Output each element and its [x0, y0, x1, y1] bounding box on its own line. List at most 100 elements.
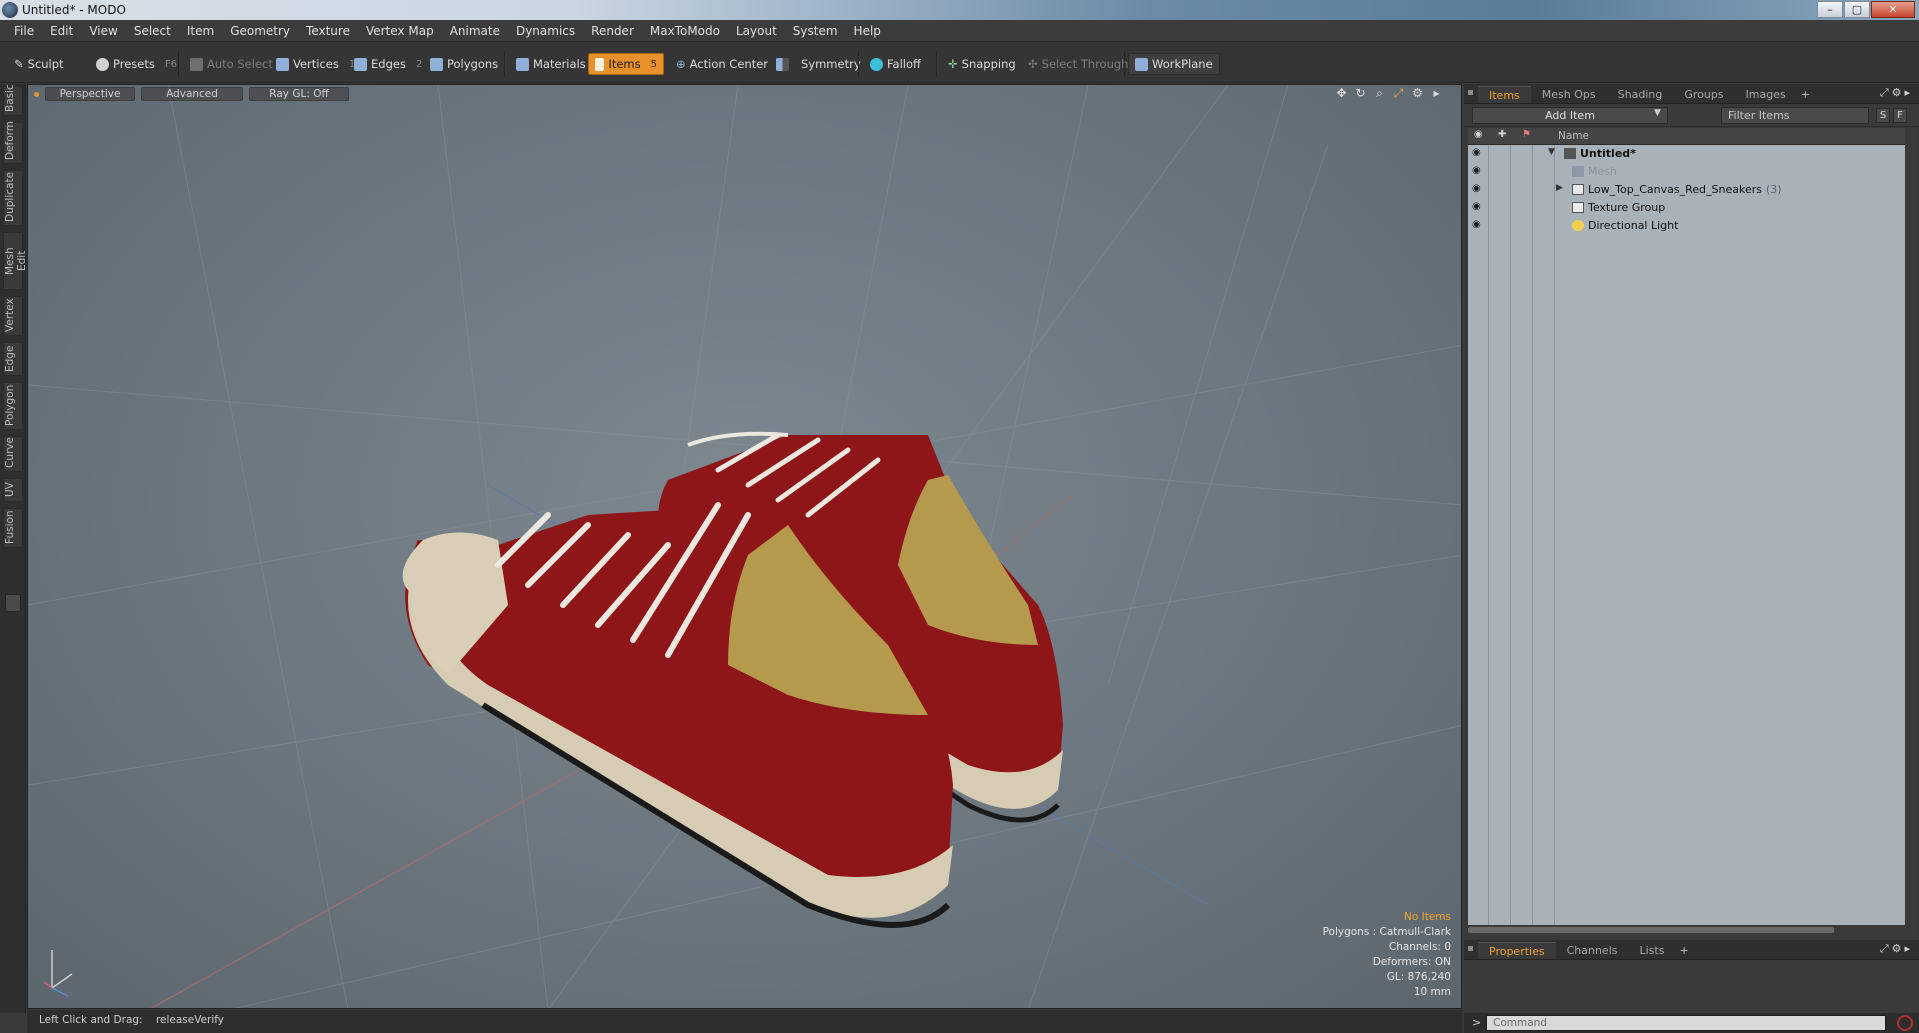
- tab-vertex[interactable]: Vertex: [3, 296, 23, 336]
- action-center-icon: ⊕: [676, 57, 686, 71]
- locator-icon: [1572, 184, 1584, 195]
- sculpt-button[interactable]: ✎ Sculpt: [8, 53, 70, 75]
- filter-items-input[interactable]: [1721, 107, 1869, 124]
- menu-dynamics[interactable]: Dynamics: [508, 24, 583, 38]
- horizontal-scrollbar[interactable]: [1468, 925, 1905, 935]
- viewport-settings-icon[interactable]: ⚙: [1411, 87, 1424, 100]
- add-tab-button[interactable]: +: [1675, 942, 1692, 959]
- selection-info: No Items: [1404, 911, 1451, 923]
- menu-texture[interactable]: Texture: [298, 24, 358, 38]
- falloff-button[interactable]: Falloff: [864, 53, 927, 75]
- tab-channels[interactable]: Channels: [1556, 942, 1629, 959]
- pan-icon[interactable]: ✥: [1335, 87, 1348, 100]
- vertical-scrollbar[interactable]: [1906, 128, 1915, 935]
- polygons-icon: [430, 57, 443, 71]
- snapping-button[interactable]: ✛ Snapping: [942, 53, 1022, 75]
- eye-icon[interactable]: ◉: [1472, 202, 1484, 212]
- menu-system[interactable]: System: [785, 24, 846, 38]
- maximize-viewport-icon[interactable]: ⤢: [1392, 87, 1405, 100]
- filter-f-button[interactable]: F: [1893, 108, 1907, 123]
- status-hint-value: releaseVerify: [155, 1014, 225, 1026]
- list-item-sneakers[interactable]: ◉ ▶ Low_Top_Canvas_Red_Sneakers (3): [1468, 181, 1905, 199]
- auto-select-button[interactable]: Auto Select: [184, 53, 279, 75]
- workplane-button[interactable]: WorkPlane: [1128, 53, 1220, 75]
- eye-icon[interactable]: ◉: [1472, 184, 1484, 194]
- menu-animate[interactable]: Animate: [442, 24, 508, 38]
- presets-button[interactable]: Presets F6: [90, 53, 183, 75]
- add-tab-button[interactable]: +: [1797, 86, 1814, 103]
- items-icon: [595, 57, 605, 71]
- lock-column-icon[interactable]: ✚: [1498, 129, 1506, 140]
- tab-polygon[interactable]: Polygon: [3, 382, 23, 430]
- menu-view[interactable]: View: [81, 24, 125, 38]
- menu-layout[interactable]: Layout: [728, 24, 785, 38]
- toolbar-separator: [504, 51, 505, 77]
- expand-down-icon[interactable]: ▼: [1548, 147, 1555, 157]
- name-column-header[interactable]: Name: [1558, 130, 1589, 142]
- panel-controls-icon[interactable]: ⤢⚙▸: [1880, 86, 1913, 100]
- tab-deform[interactable]: Deform: [3, 121, 23, 164]
- 3d-viewport[interactable]: Perspective Advanced Ray GL: Off ✥ ↻ ⌕ ⤢…: [27, 84, 1462, 1009]
- viewport-menu-arrow-icon[interactable]: ▸: [1430, 87, 1443, 100]
- menu-select[interactable]: Select: [126, 24, 179, 38]
- tab-properties[interactable]: Properties: [1478, 942, 1556, 959]
- stop-icon[interactable]: [1897, 1015, 1913, 1031]
- items-button[interactable]: Items 5: [588, 53, 664, 75]
- menu-geometry[interactable]: Geometry: [222, 24, 298, 38]
- tool-palette-toggle[interactable]: [5, 594, 21, 612]
- symmetry-button[interactable]: Symmetry: [770, 53, 867, 75]
- filter-s-button[interactable]: S: [1876, 108, 1890, 123]
- close-button[interactable]: ✕: [1871, 1, 1915, 18]
- view-mode-button[interactable]: Perspective: [45, 87, 135, 101]
- raygl-button[interactable]: Ray GL: Off: [249, 87, 349, 101]
- list-item-texture-group[interactable]: ◉ Texture Group: [1468, 199, 1905, 217]
- rotate-icon[interactable]: ↻: [1354, 87, 1367, 100]
- axis-gizmo-icon: [43, 950, 73, 997]
- tab-duplicate[interactable]: Duplicate: [3, 170, 23, 226]
- polygons-button[interactable]: Polygons: [424, 53, 504, 75]
- mesh-icon: [1572, 166, 1584, 177]
- tab-fusion[interactable]: Fusion: [3, 508, 23, 548]
- menu-file[interactable]: File: [6, 24, 42, 38]
- menu-vertex-map[interactable]: Vertex Map: [358, 24, 442, 38]
- minimize-button[interactable]: –: [1817, 1, 1843, 18]
- tab-mesh-edit[interactable]: Mesh Edit: [3, 232, 28, 290]
- maximize-button[interactable]: ▢: [1844, 1, 1870, 18]
- expand-right-icon[interactable]: ▶: [1556, 183, 1563, 193]
- tab-uv[interactable]: UV: [3, 478, 23, 502]
- tab-lists[interactable]: Lists: [1629, 942, 1676, 959]
- tab-basic[interactable]: Basic: [3, 84, 23, 116]
- panel-controls-icon[interactable]: ⤢⚙▸: [1880, 942, 1913, 956]
- render-column-icon[interactable]: ⚑: [1522, 129, 1531, 140]
- command-input[interactable]: [1486, 1015, 1886, 1031]
- tab-items[interactable]: Items: [1478, 86, 1531, 103]
- materials-button[interactable]: Materials: [510, 53, 592, 75]
- menu-edit[interactable]: Edit: [42, 24, 81, 38]
- zoom-icon[interactable]: ⌕: [1373, 87, 1386, 100]
- select-through-button[interactable]: ✣ Select Through: [1022, 53, 1134, 75]
- tab-mesh-ops[interactable]: Mesh Ops: [1531, 86, 1607, 103]
- light-icon: [1572, 220, 1584, 231]
- menu-render[interactable]: Render: [583, 24, 642, 38]
- action-center-button[interactable]: ⊕ Action Center: [670, 53, 774, 75]
- menu-help[interactable]: Help: [846, 24, 889, 38]
- scrollbar-thumb[interactable]: [1468, 927, 1834, 933]
- eye-icon[interactable]: ◉: [1472, 220, 1484, 230]
- list-item-directional-light[interactable]: ◉ Directional Light: [1468, 217, 1905, 235]
- menu-maxtomodo[interactable]: MaxToModo: [642, 24, 728, 38]
- edges-button[interactable]: Edges 2: [348, 53, 428, 75]
- window-controls: – ▢ ✕: [1817, 1, 1915, 19]
- tab-edge[interactable]: Edge: [3, 342, 23, 376]
- add-item-dropdown[interactable]: Add Item: [1472, 107, 1668, 124]
- eye-icon[interactable]: ◉: [1472, 166, 1484, 176]
- list-item-mesh[interactable]: ◉ Mesh: [1468, 163, 1905, 181]
- eye-icon[interactable]: ◉: [1472, 148, 1484, 158]
- tab-curve[interactable]: Curve: [3, 436, 23, 472]
- list-item-scene[interactable]: ◉ ▼ Untitled*: [1468, 145, 1905, 163]
- shading-mode-button[interactable]: Advanced: [141, 87, 243, 101]
- tab-images[interactable]: Images: [1735, 86, 1797, 103]
- tab-groups[interactable]: Groups: [1673, 86, 1734, 103]
- tab-shading[interactable]: Shading: [1607, 86, 1674, 103]
- menu-item[interactable]: Item: [179, 24, 222, 38]
- visibility-column-eye-icon[interactable]: ◉: [1474, 129, 1483, 140]
